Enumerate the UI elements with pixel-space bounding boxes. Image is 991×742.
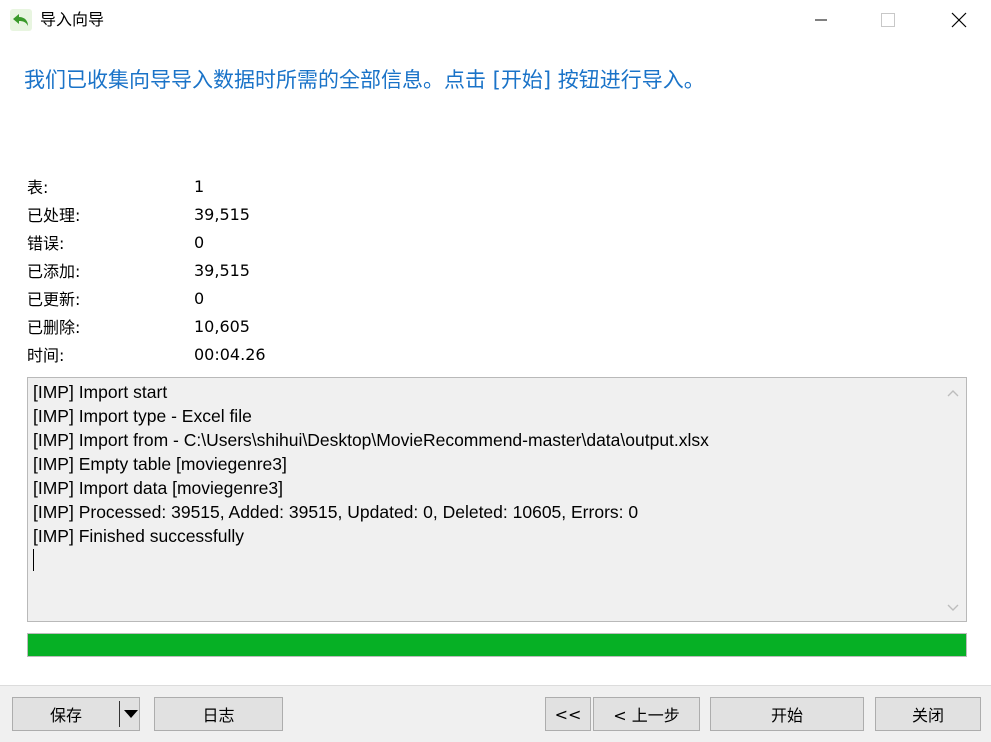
stat-value: 0: [194, 288, 205, 308]
scroll-down-icon: [947, 604, 959, 611]
stat-label: 已更新:: [27, 290, 81, 309]
stat-row-table: 表: 1: [27, 172, 427, 200]
footer-button-bar: 保存 日志 << < 上一步 开始 关闭: [0, 685, 991, 742]
maximize-button[interactable]: [865, 0, 911, 40]
stat-label: 表:: [27, 178, 49, 197]
stat-value: 00:04.26: [194, 344, 266, 364]
stat-row-added: 已添加: 39,515: [27, 256, 427, 284]
title-bar: 导入向导: [0, 0, 991, 40]
log-textarea[interactable]: [IMP] Import start [IMP] Import type - E…: [27, 377, 967, 622]
stat-label: 已添加:: [27, 262, 81, 281]
text-caret: [33, 549, 34, 571]
dropdown-arrow-icon[interactable]: [123, 709, 139, 719]
close-icon: [951, 12, 967, 28]
log-line: [IMP] Import type - Excel file: [33, 406, 252, 426]
log-line: [IMP] Import data [moviegenre3]: [33, 478, 283, 498]
stat-label: 已删除:: [27, 318, 81, 337]
log-button[interactable]: 日志: [154, 697, 283, 731]
progress-fill: [28, 634, 966, 656]
start-button[interactable]: 开始: [710, 697, 864, 731]
log-scrollbar[interactable]: [940, 378, 966, 621]
maximize-icon: [881, 13, 895, 27]
stat-label: 已处理:: [27, 206, 81, 225]
import-stats: 表: 1 已处理: 39,515 错误: 0 已添加: 39,515 已更新: …: [27, 172, 427, 368]
stat-row-deleted: 已删除: 10,605: [27, 312, 427, 340]
stat-row-processed: 已处理: 39,515: [27, 200, 427, 228]
save-button-label: 保存: [49, 706, 82, 725]
stat-row-errors: 错误: 0: [27, 228, 427, 256]
instruction-headline: 我们已收集向导导入数据时所需的全部信息。点击 [开始] 按钮进行导入。: [24, 68, 705, 92]
stat-row-time: 时间: 00:04.26: [27, 340, 427, 368]
save-split-button[interactable]: 保存: [12, 697, 140, 731]
stat-value: 10,605: [194, 316, 250, 336]
scroll-up-button[interactable]: [946, 386, 960, 400]
log-line: [IMP] Processed: 39515, Added: 39515, Up…: [33, 502, 639, 522]
scroll-up-icon: [947, 390, 959, 397]
log-line: [IMP] Finished successfully: [33, 526, 245, 546]
stat-label: 时间:: [27, 346, 65, 365]
stat-label: 错误:: [27, 234, 65, 253]
back-arrow-app-icon: [10, 9, 32, 31]
log-line: [IMP] Empty table [moviegenre3]: [33, 454, 287, 474]
log-line: [IMP] Import start: [33, 382, 168, 402]
scroll-down-button[interactable]: [946, 601, 960, 615]
import-progress-bar: [27, 633, 967, 657]
stat-value: 39,515: [194, 260, 250, 280]
window-title: 导入向导: [40, 10, 105, 29]
stat-value: 39,515: [194, 204, 250, 224]
stat-value: 1: [194, 176, 205, 196]
minimize-button[interactable]: [798, 0, 844, 40]
stat-value: 0: [194, 232, 205, 252]
stat-row-updated: 已更新: 0: [27, 284, 427, 312]
previous-step-button[interactable]: < 上一步: [593, 697, 700, 731]
first-step-button[interactable]: <<: [545, 697, 591, 731]
close-button[interactable]: 关闭: [875, 697, 981, 731]
close-window-button[interactable]: [936, 0, 982, 40]
minimize-icon: [815, 19, 827, 21]
log-line: [IMP] Import from - C:\Users\shihui\Desk…: [33, 430, 709, 450]
log-lines: [IMP] Import start [IMP] Import type - E…: [33, 380, 940, 571]
split-divider: [119, 701, 120, 727]
